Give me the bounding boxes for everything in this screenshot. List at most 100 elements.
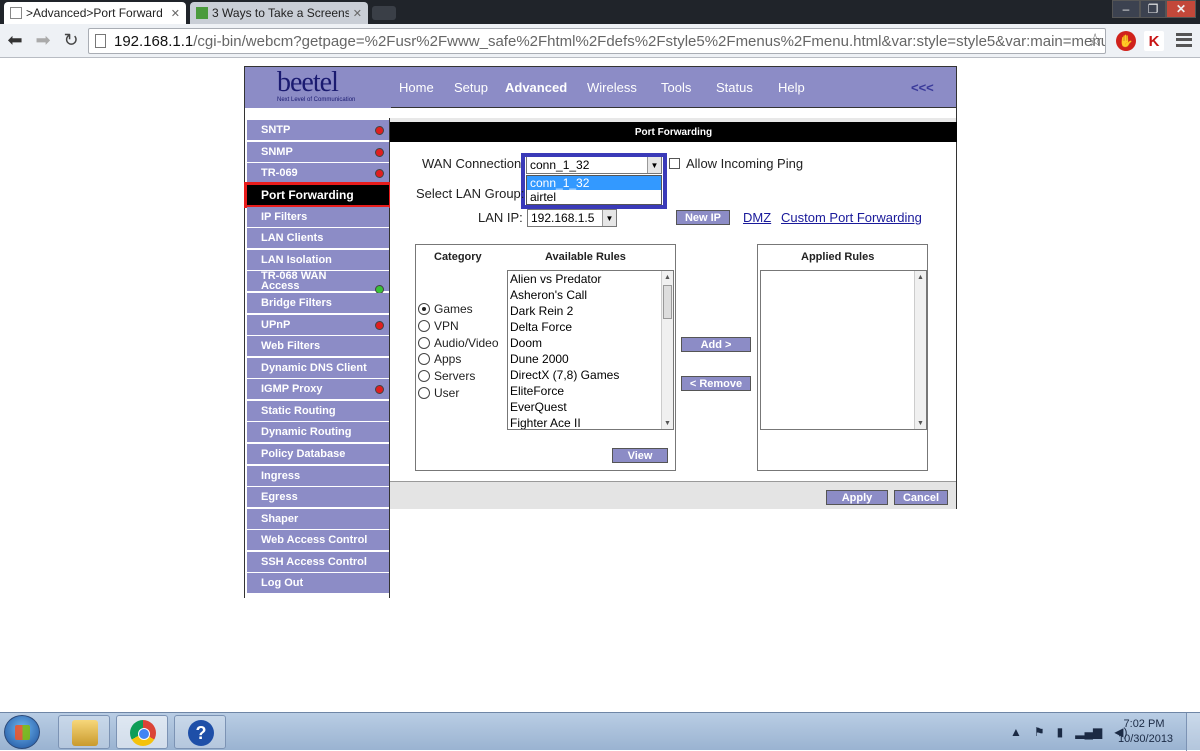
category-radio-vpn[interactable]: VPN (418, 318, 459, 334)
sidebar-item-web-filters[interactable]: Web Filters (247, 336, 389, 356)
sidebar-item-ingress[interactable]: Ingress (247, 466, 389, 486)
close-tab-icon[interactable]: ✕ (171, 7, 180, 20)
sidebar-item-ip-filters[interactable]: IP Filters (247, 207, 389, 227)
collapse-menu-link[interactable]: <<< (911, 80, 934, 95)
sidebar-item-tr-068-wan-access[interactable]: TR-068 WAN Access (247, 271, 389, 294)
list-item[interactable]: Dark Rein 2 (508, 303, 673, 319)
tab-port-forwarding[interactable]: >Advanced>Port Forward ✕ (4, 2, 186, 24)
address-bar[interactable]: 192.168.1.1/cgi-bin/webcm?getpage=%2Fusr… (88, 28, 1106, 54)
category-radio-games[interactable]: Games (418, 301, 473, 317)
sidebar-item-ssh-access-control[interactable]: SSH Access Control (247, 552, 389, 572)
list-item[interactable]: Delta Force (508, 319, 673, 335)
view-button[interactable]: View (612, 448, 668, 463)
radio-button-icon[interactable] (418, 303, 430, 315)
sidebar-item-static-routing[interactable]: Static Routing (247, 401, 389, 421)
nav-advanced[interactable]: Advanced (505, 80, 567, 95)
windows-taskbar: ? ▲ ⚑ ▮ ▂▄▆ ◀) 7:02 PM 10/30/2013 (0, 712, 1200, 751)
list-item[interactable]: EliteForce (508, 383, 673, 399)
list-item[interactable]: Doom (508, 335, 673, 351)
sidebar-item-tr-069[interactable]: TR-069 (247, 163, 389, 183)
category-radio-apps[interactable]: Apps (418, 351, 461, 367)
nav-tools[interactable]: Tools (661, 80, 691, 95)
nav-status[interactable]: Status (716, 80, 753, 95)
sidebar-item-shaper[interactable]: Shaper (247, 509, 389, 529)
sidebar-item-egress[interactable]: Egress (247, 487, 389, 507)
list-item[interactable]: Asheron's Call (508, 287, 673, 303)
radio-button-icon[interactable] (418, 387, 430, 399)
star-icon[interactable]: ☆ (1087, 30, 1103, 51)
radio-button-icon[interactable] (418, 370, 430, 383)
list-item[interactable]: Dune 2000 (508, 351, 673, 367)
close-window-button[interactable]: ✕ (1166, 0, 1196, 18)
reload-icon[interactable]: ↻ (60, 30, 82, 51)
sidebar-item-sntp[interactable]: SNTP (247, 120, 389, 140)
sidebar-item-snmp[interactable]: SNMP (247, 142, 389, 162)
tab-screenshot-article[interactable]: 3 Ways to Take a Screensh ✕ (190, 2, 368, 24)
new-tab-button[interactable] (372, 6, 396, 20)
show-hidden-icon[interactable]: ▲ (1010, 725, 1022, 739)
category-radio-servers[interactable]: Servers (418, 368, 475, 384)
taskbar-chrome-button[interactable] (116, 715, 168, 749)
sidebar-item-dynamic-routing[interactable]: Dynamic Routing (247, 422, 389, 442)
category-radio-audio-video[interactable]: Audio/Video (418, 335, 499, 351)
list-item[interactable]: Fighter Ace II (508, 415, 673, 429)
sidebar-item-dynamic-dns-client[interactable]: Dynamic DNS Client (247, 358, 389, 378)
nav-setup[interactable]: Setup (454, 80, 488, 95)
scroll-down-icon[interactable]: ▼ (662, 417, 673, 429)
scrollbar-thumb[interactable] (663, 285, 672, 319)
category-radio-user[interactable]: User (418, 385, 459, 401)
scroll-down-icon[interactable]: ▼ (915, 417, 926, 429)
list-item[interactable]: Alien vs Predator (508, 271, 673, 287)
radio-button-icon[interactable] (418, 353, 430, 366)
sidebar-item-policy-database[interactable]: Policy Database (247, 444, 389, 464)
sidebar-item-lan-isolation[interactable]: LAN Isolation (247, 250, 389, 270)
k-extension-icon[interactable]: K (1144, 31, 1164, 51)
sidebar-item-igmp-proxy[interactable]: IGMP Proxy (247, 379, 389, 399)
network-icon[interactable]: ▂▄▆ (1075, 725, 1102, 739)
action-center-flag-icon[interactable]: ⚑ (1034, 725, 1045, 739)
minimize-window-button[interactable]: – (1112, 0, 1140, 18)
back-arrow-icon[interactable]: ⬅ (4, 30, 26, 51)
radio-button-icon[interactable] (418, 336, 430, 349)
scroll-up-icon[interactable]: ▲ (915, 271, 926, 283)
forward-arrow-icon[interactable]: ➡ (32, 30, 54, 51)
hamburger-menu-icon[interactable] (1176, 33, 1192, 47)
sidebar-item-web-access-control[interactable]: Web Access Control (247, 530, 389, 550)
available-rules-scrollbar[interactable]: ▲ ▼ (661, 271, 673, 429)
taskbar-explorer-button[interactable] (58, 715, 110, 749)
scroll-up-icon[interactable]: ▲ (662, 271, 673, 283)
adblock-extension-icon[interactable]: ✋ (1116, 31, 1136, 51)
maximize-window-button[interactable]: ❐ (1140, 0, 1166, 18)
allow-ping-checkbox[interactable] (669, 158, 680, 169)
list-item[interactable]: EverQuest (508, 399, 673, 415)
cancel-button[interactable]: Cancel (894, 490, 948, 505)
sidebar-item-bridge-filters[interactable]: Bridge Filters (247, 293, 389, 313)
close-tab-icon[interactable]: ✕ (353, 7, 362, 20)
nav-help[interactable]: Help (778, 80, 805, 95)
system-tray: ▲ ⚑ ▮ ▂▄▆ ◀) (1010, 723, 1127, 741)
sidebar-item-lan-clients[interactable]: LAN Clients (247, 228, 389, 248)
taskbar-clock[interactable]: 7:02 PM 10/30/2013 (1118, 717, 1173, 747)
sidebar-item-upnp[interactable]: UPnP (247, 315, 389, 335)
radio-button-icon[interactable] (418, 319, 430, 332)
custom-port-forwarding-link[interactable]: Custom Port Forwarding (781, 210, 922, 225)
sidebar-item-log-out[interactable]: Log Out (247, 573, 389, 593)
lan-ip-select[interactable]: 192.168.1.5 ▼ (527, 209, 617, 227)
applied-rules-scrollbar[interactable]: ▲ ▼ (914, 271, 926, 429)
nav-home[interactable]: Home (399, 80, 434, 95)
remove-rule-button[interactable]: < Remove (681, 376, 751, 391)
list-item[interactable]: DirectX (7,8) Games (508, 367, 673, 383)
start-button[interactable] (4, 715, 40, 749)
sidebar-item-port-forwarding[interactable]: Port Forwarding (244, 182, 392, 208)
dmz-link[interactable]: DMZ (743, 210, 771, 225)
add-rule-button[interactable]: Add > (681, 337, 751, 352)
power-icon[interactable]: ▮ (1057, 725, 1064, 739)
nav-wireless[interactable]: Wireless (587, 80, 637, 95)
available-rules-list[interactable]: Alien vs Predator Asheron's Call Dark Rein… (507, 270, 674, 430)
apply-button[interactable]: Apply (826, 490, 888, 505)
applied-rules-list[interactable]: ▲ ▼ (760, 270, 927, 430)
logo-tagline: Next Level of Communication (277, 97, 356, 103)
new-ip-button[interactable]: New IP (676, 210, 730, 225)
taskbar-help-button[interactable]: ? (174, 715, 226, 749)
show-desktop-button[interactable] (1186, 713, 1200, 751)
